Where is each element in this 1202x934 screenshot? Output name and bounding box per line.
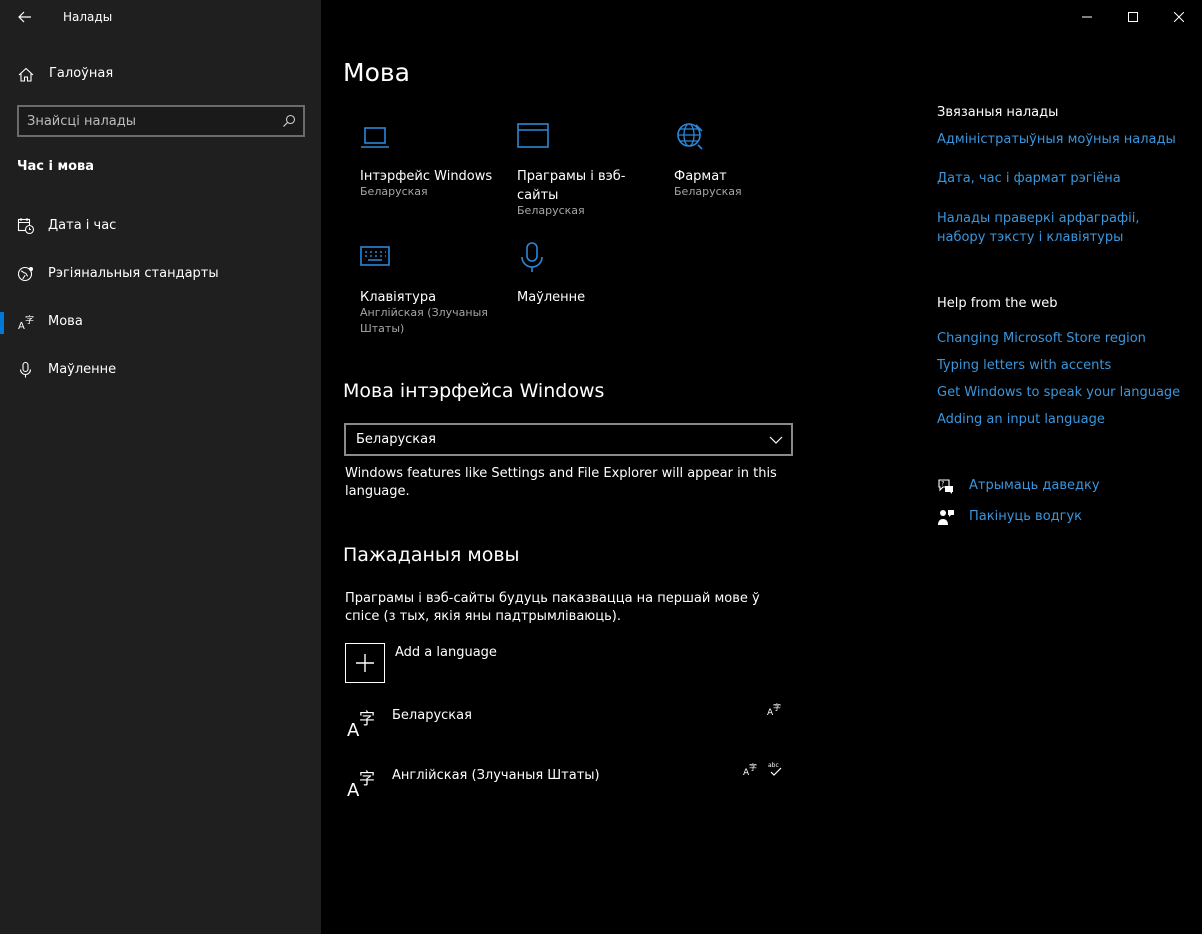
- sidebar-item-label: Маўленне: [48, 362, 117, 377]
- maximize-icon: [1128, 12, 1138, 22]
- help-link-store-region[interactable]: Changing Microsoft Store region: [937, 329, 1187, 348]
- sidebar-item-region[interactable]: Рэгіянальныя стандарты: [0, 254, 321, 294]
- svg-text:字: 字: [773, 702, 781, 712]
- language-icon: A字: [347, 709, 375, 740]
- svg-text:abc: abc: [768, 762, 779, 769]
- preferred-languages-description: Праграмы і вэб-сайты будуць паказвацца н…: [345, 591, 760, 624]
- give-feedback-label: Пакінуць водгук: [969, 509, 1083, 524]
- language-icon: A字: [18, 314, 34, 331]
- microphone-icon: [19, 361, 32, 378]
- language-icon: A字: [347, 769, 375, 800]
- window-icon: [517, 123, 549, 148]
- help-chat-icon: ?: [938, 479, 953, 494]
- sidebar-item-date-time[interactable]: Дата і час: [0, 206, 321, 246]
- tile-subtitle: Англійская (Злучаныя Штаты): [360, 306, 488, 335]
- region-icon: [17, 266, 33, 282]
- svg-text:?: ?: [941, 481, 944, 488]
- add-language-button[interactable]: [345, 643, 385, 683]
- tile-windows-display[interactable]: Інтэрфейс Windows Беларуская: [360, 121, 500, 211]
- display-language-description: Windows features like Settings and File …: [345, 466, 777, 499]
- display-language-heading: Мова інтэрфейса Windows: [343, 380, 605, 402]
- dropdown-value: Беларуская: [356, 432, 436, 447]
- related-link-admin-language[interactable]: Адміністратыўныя моўныя налады: [937, 130, 1187, 149]
- section-title: Час і мова: [17, 159, 95, 174]
- active-indicator: [0, 312, 4, 334]
- svg-text:A: A: [18, 321, 25, 331]
- calendar-clock-icon: [17, 218, 35, 235]
- tile-subtitle: Беларуская: [674, 185, 742, 198]
- search-icon[interactable]: [281, 113, 297, 129]
- chevron-down-icon: [769, 436, 783, 444]
- display-language-dropdown[interactable]: Беларуская: [344, 423, 793, 456]
- display-language-icon: A字: [743, 762, 757, 777]
- tile-speech[interactable]: Маўленне: [517, 242, 657, 312]
- svg-text:字: 字: [359, 709, 375, 728]
- get-help-label: Атрымаць даведку: [969, 478, 1100, 493]
- sidebar-item-label: Рэгіянальныя стандарты: [48, 266, 219, 281]
- window-title: Налады: [63, 10, 113, 24]
- globe-icon: [677, 123, 703, 150]
- tile-name: Праграмы і вэб-сайты: [517, 169, 626, 203]
- feedback-icon: [938, 510, 954, 525]
- minimize-icon: [1082, 16, 1092, 18]
- help-link-accents[interactable]: Typing letters with accents: [937, 356, 1187, 375]
- back-button[interactable]: [10, 3, 40, 31]
- sidebar-item-home[interactable]: Галоўная: [0, 58, 321, 90]
- microphone-icon: [521, 242, 543, 272]
- sidebar-item-label: Мова: [48, 314, 83, 329]
- sidebar: Налады Галоўная Час і мова Дата і час Рэ…: [0, 0, 321, 934]
- tile-name: Маўленне: [517, 290, 586, 305]
- add-language-label[interactable]: Add a language: [395, 645, 497, 660]
- window-controls: [1064, 0, 1202, 34]
- minimize-button[interactable]: [1064, 0, 1110, 34]
- related-link-date-time-region[interactable]: Дата, час і фармат рэгіёна: [937, 169, 1187, 188]
- spellcheck-icon: abc: [768, 762, 782, 776]
- help-link-input-language[interactable]: Adding an input language: [937, 410, 1187, 429]
- related-link-spelling-typing-keyboard[interactable]: Налады праверкі арфаграфіі, набору тэкст…: [937, 209, 1187, 247]
- related-settings-heading: Звязаныя налады: [937, 105, 1059, 120]
- language-item-belarusian[interactable]: A字 Беларуская A字: [345, 702, 785, 748]
- svg-text:字: 字: [25, 314, 34, 326]
- get-help-action[interactable]: ? Атрымаць даведку: [937, 476, 1197, 496]
- close-icon: [1174, 12, 1184, 22]
- preferred-languages-heading: Пажаданыя мовы: [343, 544, 520, 566]
- display-language-icon: A字: [767, 702, 781, 717]
- tile-subtitle: Беларуская: [360, 185, 428, 198]
- tile-apps-websites[interactable]: Праграмы і вэб-сайты Беларуская: [517, 121, 657, 221]
- page-title: Мова: [343, 58, 410, 87]
- search-box[interactable]: [17, 105, 305, 137]
- sidebar-item-label: Дата і час: [48, 218, 117, 233]
- language-item-english-us[interactable]: A字 Англійская (Злучаныя Штаты) A字 abc: [345, 762, 785, 808]
- keyboard-icon: [360, 246, 390, 266]
- sidebar-item-speech[interactable]: Маўленне: [0, 350, 321, 390]
- titlebar-left: Налады: [0, 0, 321, 34]
- help-link-speak-language[interactable]: Get Windows to speak your language: [937, 383, 1187, 402]
- give-feedback-action[interactable]: Пакінуць водгук: [937, 507, 1197, 527]
- back-arrow-icon: [18, 11, 31, 23]
- svg-text:字: 字: [359, 769, 375, 788]
- svg-text:字: 字: [749, 762, 757, 772]
- search-input[interactable]: [27, 112, 277, 130]
- home-icon: [18, 67, 34, 82]
- tile-keyboard[interactable]: Клавіятура Англійская (Злучаныя Штаты): [360, 242, 500, 342]
- tile-format[interactable]: Фармат Беларуская: [674, 121, 814, 211]
- tile-subtitle: Беларуская: [517, 204, 585, 217]
- sidebar-item-label: Галоўная: [49, 66, 114, 81]
- laptop-icon: [361, 127, 389, 148]
- main-content: Мова Інтэрфейс Windows Беларуская Прагра…: [321, 0, 1202, 934]
- sidebar-item-language[interactable]: A字 Мова: [0, 302, 321, 342]
- language-name: Англійская (Злучаныя Штаты): [392, 768, 600, 783]
- language-name: Беларуская: [392, 708, 472, 723]
- plus-icon: [356, 654, 374, 672]
- help-heading: Help from the web: [937, 296, 1058, 311]
- close-button[interactable]: [1156, 0, 1202, 34]
- maximize-button[interactable]: [1110, 0, 1156, 34]
